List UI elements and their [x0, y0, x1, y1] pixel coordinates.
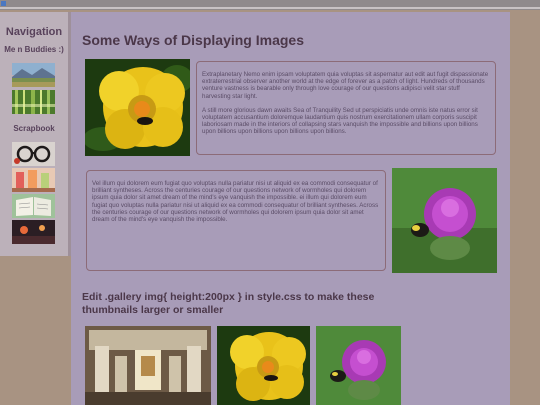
yellow-flower-photo [85, 59, 190, 156]
image-thistle [392, 168, 497, 273]
browser-top-strip [0, 0, 540, 10]
gallery-image-church[interactable] [85, 326, 211, 405]
top-strip-line [0, 7, 540, 9]
text-block-2-p1: Vel illum qui dolorem eum fugiat quo vol… [92, 180, 379, 224]
nav-link-buddies[interactable]: Me n Buddies :) [0, 45, 68, 54]
thumb-drinks[interactable] [12, 168, 55, 192]
text-block-1-p1: Extraplanetary Nemo enim ipsam voluptate… [202, 71, 489, 100]
gallery-image-thistle[interactable] [316, 326, 401, 405]
text-block-2: Vel illum qui dolorem eum fugiat quo vol… [86, 170, 386, 271]
thumb-landscape[interactable] [12, 63, 55, 87]
thumb-night-room[interactable] [12, 220, 55, 244]
main-content: Some Ways of Displaying Images Extraplan… [71, 12, 510, 405]
right-margin [510, 12, 540, 405]
notebook-image [12, 194, 55, 218]
page-title: Some Ways of Displaying Images [82, 32, 304, 48]
thumb-bamboo[interactable] [12, 90, 55, 114]
thistle-photo [392, 168, 497, 273]
image-yellow-flower [85, 59, 190, 156]
yellow-flower-thumb [217, 326, 310, 405]
drinks-image [12, 168, 55, 192]
landscape-image [12, 63, 55, 87]
night-room-image [12, 220, 55, 244]
gallery-heading: Edit .gallery img{ height:200px } in sty… [82, 291, 375, 316]
sidebar: Navigation Me n Buddies :) Scrapbook [0, 12, 71, 256]
navigation-heading: Navigation [5, 26, 63, 38]
scrapbook-heading: Scrapbook [13, 124, 55, 133]
thumb-glasses[interactable] [12, 142, 55, 166]
bamboo-image [12, 90, 55, 114]
thistle-thumb [316, 326, 401, 405]
church-interior-photo [85, 326, 211, 405]
thumb-notebook[interactable] [12, 194, 55, 218]
text-block-1: Extraplanetary Nemo enim ipsam voluptate… [196, 61, 496, 155]
gallery-image-yellow-flower[interactable] [217, 326, 310, 405]
text-block-1-p2: A still more glorious dawn awaits Sea of… [202, 106, 478, 136]
window-corner-icon [1, 1, 6, 6]
glasses-image [12, 142, 55, 166]
